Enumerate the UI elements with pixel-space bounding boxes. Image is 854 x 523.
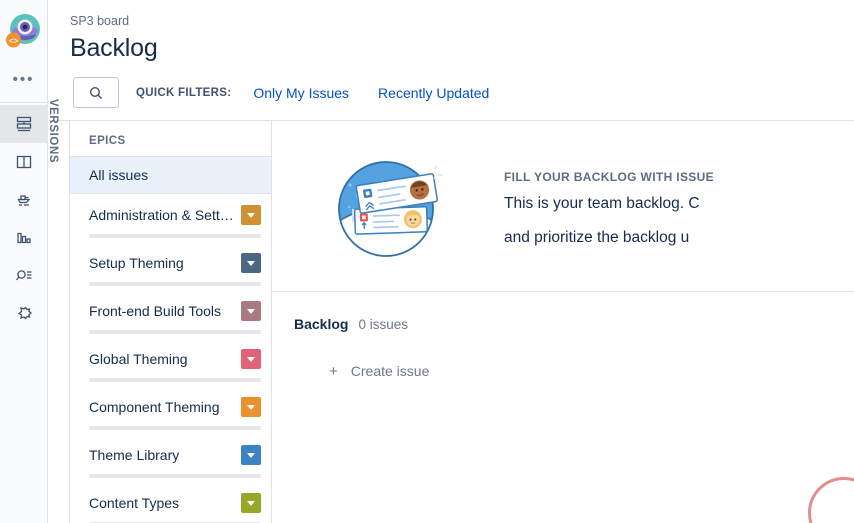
main-column: SP3 board Backlog QUICK FILTERS: Only My… <box>47 0 854 523</box>
versions-panel-collapsed[interactable]: VERSIONS <box>47 99 70 523</box>
promo-illustration <box>272 143 504 267</box>
epic-progress-bar <box>89 282 261 286</box>
search-icon <box>89 86 103 99</box>
sidebar-item-issues[interactable] <box>0 257 48 295</box>
backlog-issue-count: 0 issues <box>358 317 408 332</box>
backlog-body: VERSIONS EPICS All issues Administration… <box>47 99 854 523</box>
chevron-down-icon <box>247 212 255 218</box>
epic-row-top: Content Types <box>89 493 261 513</box>
epic-name: Content Types <box>89 495 180 511</box>
epic-row-top: Front-end Build Tools <box>89 301 261 321</box>
versions-label: VERSIONS <box>46 98 59 164</box>
chevron-down-icon <box>247 260 255 266</box>
promo-line-1: This is your team backlog. C <box>504 195 700 212</box>
epic-name: Theme Library <box>89 447 180 463</box>
epic-item[interactable]: Theme Library <box>70 434 271 482</box>
chevron-down-icon <box>247 308 255 314</box>
chevron-down-icon <box>247 500 255 506</box>
sidebar-item-add-ons[interactable] <box>0 295 48 333</box>
promo-line-2: and prioritize the backlog u <box>504 229 690 246</box>
epic-name: Setup Theming <box>89 255 184 271</box>
sidebar-item-backlog[interactable] <box>0 105 48 143</box>
backlog-section-header: Backlog 0 issues <box>294 316 854 332</box>
epic-name: Front-end Build Tools <box>89 303 222 319</box>
reports-bar-chart-icon <box>16 232 31 244</box>
epic-name: Component Theming <box>89 399 220 415</box>
epic-color-dropdown[interactable] <box>241 445 261 465</box>
page-title: Backlog <box>70 34 158 62</box>
quick-filter-only-my-issues[interactable]: Only My Issues <box>253 85 349 101</box>
epic-row-top: Setup Theming <box>89 253 261 273</box>
epic-item[interactable]: Global Theming <box>70 338 271 386</box>
epic-list: Administration & Settings Setup Theming Fr… <box>70 194 271 523</box>
promo-title: FILL YOUR BACKLOG WITH ISSUE <box>504 170 715 184</box>
ship-icon <box>16 195 30 206</box>
epic-row-top: Global Theming <box>89 349 261 369</box>
epic-progress-bar <box>89 378 261 382</box>
sidebar-item-reports[interactable] <box>0 219 48 257</box>
backlog-cards-illustration <box>338 161 443 257</box>
epic-item[interactable]: Administration & Settings <box>70 194 271 242</box>
board-icon <box>16 155 31 169</box>
project-avatar[interactable]: <> <box>0 0 48 56</box>
jira-backlog-screen: <> ••• SP3 board Backlog QUICK FILTERS: … <box>0 0 854 523</box>
chevron-down-icon <box>247 404 255 410</box>
project-more-menu[interactable]: ••• <box>0 56 48 102</box>
epic-color-dropdown[interactable] <box>241 253 261 273</box>
quick-filters-label: QUICK FILTERS: <box>136 86 232 99</box>
page-header: SP3 board Backlog <box>48 0 854 64</box>
epic-row-top: Theme Library <box>89 445 261 465</box>
epics-panel-header: EPICS <box>89 135 126 147</box>
epic-progress-bar <box>89 330 261 334</box>
search-list-icon <box>15 270 31 281</box>
help-button[interactable] <box>808 477 854 523</box>
epic-color-dropdown[interactable] <box>241 205 261 225</box>
svg-text:<>: <> <box>8 36 18 45</box>
sidebar-item-board[interactable] <box>0 143 48 181</box>
quick-filter-recently-updated[interactable]: Recently Updated <box>378 85 489 101</box>
epic-item[interactable]: Front-end Build Tools <box>70 290 271 338</box>
backlog-section: Backlog 0 issues + Create issue <box>272 292 854 379</box>
epic-progress-bar <box>89 234 261 238</box>
puzzle-piece-icon <box>17 306 32 320</box>
epic-name: All issues <box>89 167 149 183</box>
breadcrumb[interactable]: SP3 board <box>70 12 854 32</box>
chevron-down-icon <box>247 452 255 458</box>
epic-item[interactable]: Setup Theming <box>70 242 271 290</box>
epic-item[interactable]: Component Theming <box>70 386 271 434</box>
backlog-section-title: Backlog <box>294 316 349 332</box>
epic-name: Global Theming <box>89 351 188 367</box>
empty-backlog-promo: FILL YOUR BACKLOG WITH ISSUE This is you… <box>272 121 854 291</box>
sidebar-item-releases[interactable] <box>0 181 48 219</box>
epic-color-dropdown[interactable] <box>241 493 261 513</box>
epic-color-dropdown[interactable] <box>241 349 261 369</box>
chevron-down-icon <box>247 356 255 362</box>
backlog-content: FILL YOUR BACKLOG WITH ISSUE This is you… <box>272 121 854 523</box>
epic-color-dropdown[interactable] <box>241 397 261 417</box>
create-issue-button[interactable]: + Create issue <box>329 363 854 379</box>
epic-row-top: Administration & Settings <box>89 205 261 225</box>
epic-progress-bar <box>89 474 261 478</box>
epic-name: Administration & Settings <box>89 207 241 223</box>
project-avatar-icon: <> <box>5 14 40 48</box>
search-input[interactable] <box>73 77 119 108</box>
epic-item-all-issues[interactable]: All issues <box>70 156 271 194</box>
epic-row-top: Component Theming <box>89 397 261 417</box>
promo-text: FILL YOUR BACKLOG WITH ISSUE This is you… <box>504 143 714 252</box>
rail-icon-list <box>0 103 48 333</box>
global-nav-rail: <> ••• <box>0 0 48 523</box>
epic-progress-bar <box>89 426 261 430</box>
backlog-icon <box>16 116 31 132</box>
epics-panel: EPICS All issues Administration & Settin… <box>70 121 272 523</box>
epic-item[interactable]: Content Types <box>70 482 271 523</box>
plus-icon: + <box>329 362 338 380</box>
quick-filter-bar: QUICK FILTERS: Only My Issues Recently U… <box>48 64 854 120</box>
create-issue-label: Create issue <box>350 363 430 379</box>
epic-color-dropdown[interactable] <box>241 301 261 321</box>
